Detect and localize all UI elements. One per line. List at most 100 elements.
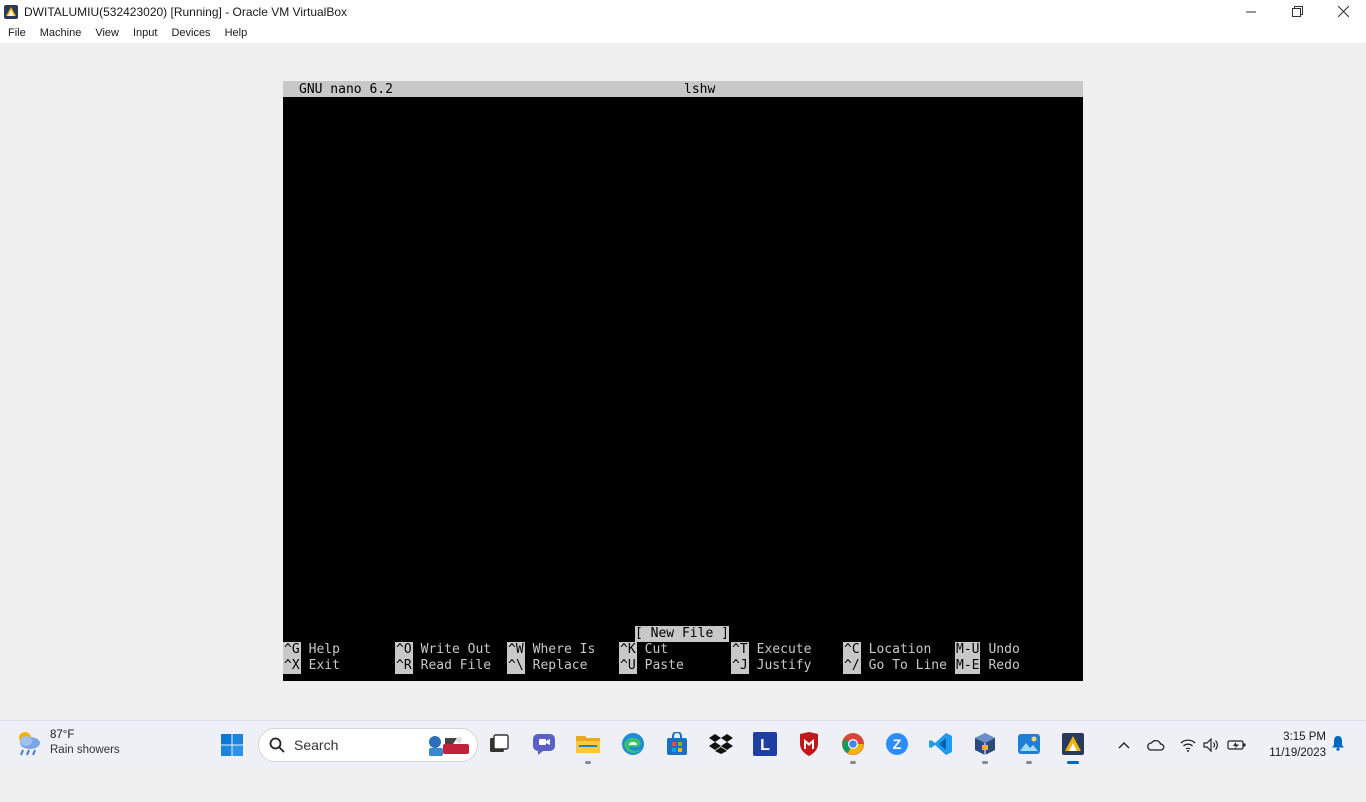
task-view-button[interactable] (486, 731, 512, 757)
shortcut-help: ^G Help (283, 642, 340, 658)
shortcut-key: ^\ (507, 658, 525, 674)
system-clock[interactable]: 3:15 PM 11/19/2023 (1256, 729, 1326, 761)
task-view-icon (490, 734, 509, 752)
minimize-icon (1246, 11, 1256, 12)
menu-devices[interactable]: Devices (164, 27, 217, 39)
edge-browser-button[interactable] (620, 731, 646, 757)
l-app-icon: L (753, 732, 777, 756)
clock-time: 3:15 PM (1283, 731, 1326, 743)
clock-date: 11/19/2023 (1269, 747, 1326, 759)
zoom-button[interactable]: Z (884, 731, 910, 757)
running-indicator (1026, 761, 1032, 764)
shortcut-justify: ^J Justify (731, 658, 811, 674)
rain-cloud-icon (19, 732, 40, 756)
weather-widget[interactable]: 87°F Rain showers (14, 728, 120, 758)
shortcut-label: Write Out (420, 642, 492, 657)
shortcut-key: ^T (731, 642, 749, 658)
nano-shortcuts-row-1: ^G Help ^O Write Out ^W Where Is ^K Cut … (283, 642, 1083, 658)
svg-text:Z: Z (893, 736, 902, 752)
shortcut-go-to-line: ^/ Go To Line (843, 658, 947, 674)
virtualbox-vm-icon (1062, 733, 1084, 755)
minimize-button[interactable] (1228, 0, 1274, 23)
shortcut-label: Read File (420, 658, 492, 673)
wifi-tray-button[interactable] (1178, 733, 1198, 757)
windows-taskbar: 87°F Rain showers Search L Z 3:15 PM 11/… (0, 720, 1366, 769)
microsoft-store-icon (667, 732, 687, 755)
virtualbox-icon (975, 733, 995, 755)
close-button[interactable] (1320, 0, 1366, 23)
vscode-icon (929, 733, 952, 755)
volume-tray-button[interactable] (1201, 733, 1221, 757)
weather-description: Rain showers (50, 744, 120, 756)
shortcut-label: Execute (756, 642, 812, 657)
shortcut-label: Undo (988, 642, 1020, 657)
menu-machine[interactable]: Machine (33, 27, 89, 39)
windows-start-icon[interactable] (220, 733, 244, 757)
mcafee-button[interactable] (796, 731, 822, 757)
onedrive-cloud-icon (1147, 739, 1165, 751)
photos-icon (1018, 734, 1040, 754)
shortcut-key: ^J (731, 658, 749, 674)
vscode-button[interactable] (928, 731, 954, 757)
shortcut-cut: ^K Cut (619, 642, 668, 658)
restore-icon (1291, 6, 1303, 17)
shortcut-location: ^C Location (843, 642, 931, 658)
shortcut-paste: ^U Paste (619, 658, 684, 674)
menu-input[interactable]: Input (126, 27, 164, 39)
shortcut-key: ^R (395, 658, 413, 674)
virtualbox-vm-button[interactable] (1060, 731, 1086, 764)
virtualbox-app-icon (4, 4, 18, 19)
nano-status-message: [ New File ] (635, 626, 729, 642)
running-indicator (585, 761, 591, 764)
wifi-icon (1180, 739, 1196, 752)
menu-view[interactable]: View (88, 27, 126, 39)
shortcut-key: ^C (843, 642, 861, 658)
onedrive-tray-button[interactable] (1146, 733, 1166, 757)
microsoft-store-button[interactable] (664, 731, 690, 757)
file-explorer-icon (576, 736, 600, 753)
mcafee-icon (800, 732, 818, 756)
running-indicator (1067, 761, 1079, 764)
menu-file[interactable]: File (0, 27, 33, 39)
show-hidden-icons-button[interactable] (1114, 733, 1134, 757)
shortcut-execute: ^T Execute (731, 642, 811, 658)
shortcut-undo: M-U Undo (955, 642, 1020, 658)
dropbox-icon (709, 734, 733, 754)
window-titlebar[interactable]: DWITALUMIU(532423020) [Running] - Oracle… (0, 0, 1366, 23)
shortcut-key: ^O (395, 642, 413, 658)
shortcut-label: Go To Line (868, 658, 947, 673)
battery-tray-button[interactable] (1226, 733, 1248, 757)
shortcut-label: Where Is (532, 642, 596, 657)
search-label: Search (294, 737, 339, 753)
chrome-button[interactable] (840, 731, 866, 764)
chrome-icon (842, 733, 864, 755)
nano-filename: lshw (684, 82, 716, 97)
menu-help[interactable]: Help (218, 27, 255, 39)
dropbox-button[interactable] (708, 731, 734, 757)
shortcut-write-out: ^O Write Out (395, 642, 491, 658)
running-indicator (850, 761, 856, 764)
chevron-up-icon (1118, 742, 1130, 749)
shortcut-redo: M-E Redo (955, 658, 1020, 674)
running-indicator (982, 761, 988, 764)
l-app-button[interactable]: L (752, 731, 778, 757)
shortcut-label: Justify (756, 658, 812, 673)
svg-text:L: L (760, 737, 770, 754)
edge-icon (622, 733, 644, 755)
virtualbox-button[interactable] (972, 731, 998, 764)
battery-charging-icon (1227, 740, 1246, 750)
notification-bell-icon[interactable] (1330, 735, 1346, 751)
nano-shortcuts-row-2: ^X Exit ^R Read File ^\ Replace ^U Paste… (283, 658, 1083, 674)
shortcut-key: ^/ (843, 658, 861, 674)
vm-terminal-screen[interactable]: GNU nano 6.2 lshw [ New File ] ^G Help ^… (283, 81, 1083, 681)
restore-button[interactable] (1274, 0, 1320, 23)
shortcut-read-file: ^R Read File (395, 658, 491, 674)
menu-bar: File Machine View Input Devices Help (0, 23, 1366, 43)
taskbar-search-box[interactable]: Search (258, 728, 478, 762)
teams-chat-button[interactable] (531, 731, 557, 757)
shortcut-label: Replace (532, 658, 588, 673)
shortcut-label: Paste (644, 658, 684, 673)
file-explorer-button[interactable] (575, 731, 601, 764)
speaker-icon (1203, 738, 1218, 752)
photos-button[interactable] (1016, 731, 1042, 764)
